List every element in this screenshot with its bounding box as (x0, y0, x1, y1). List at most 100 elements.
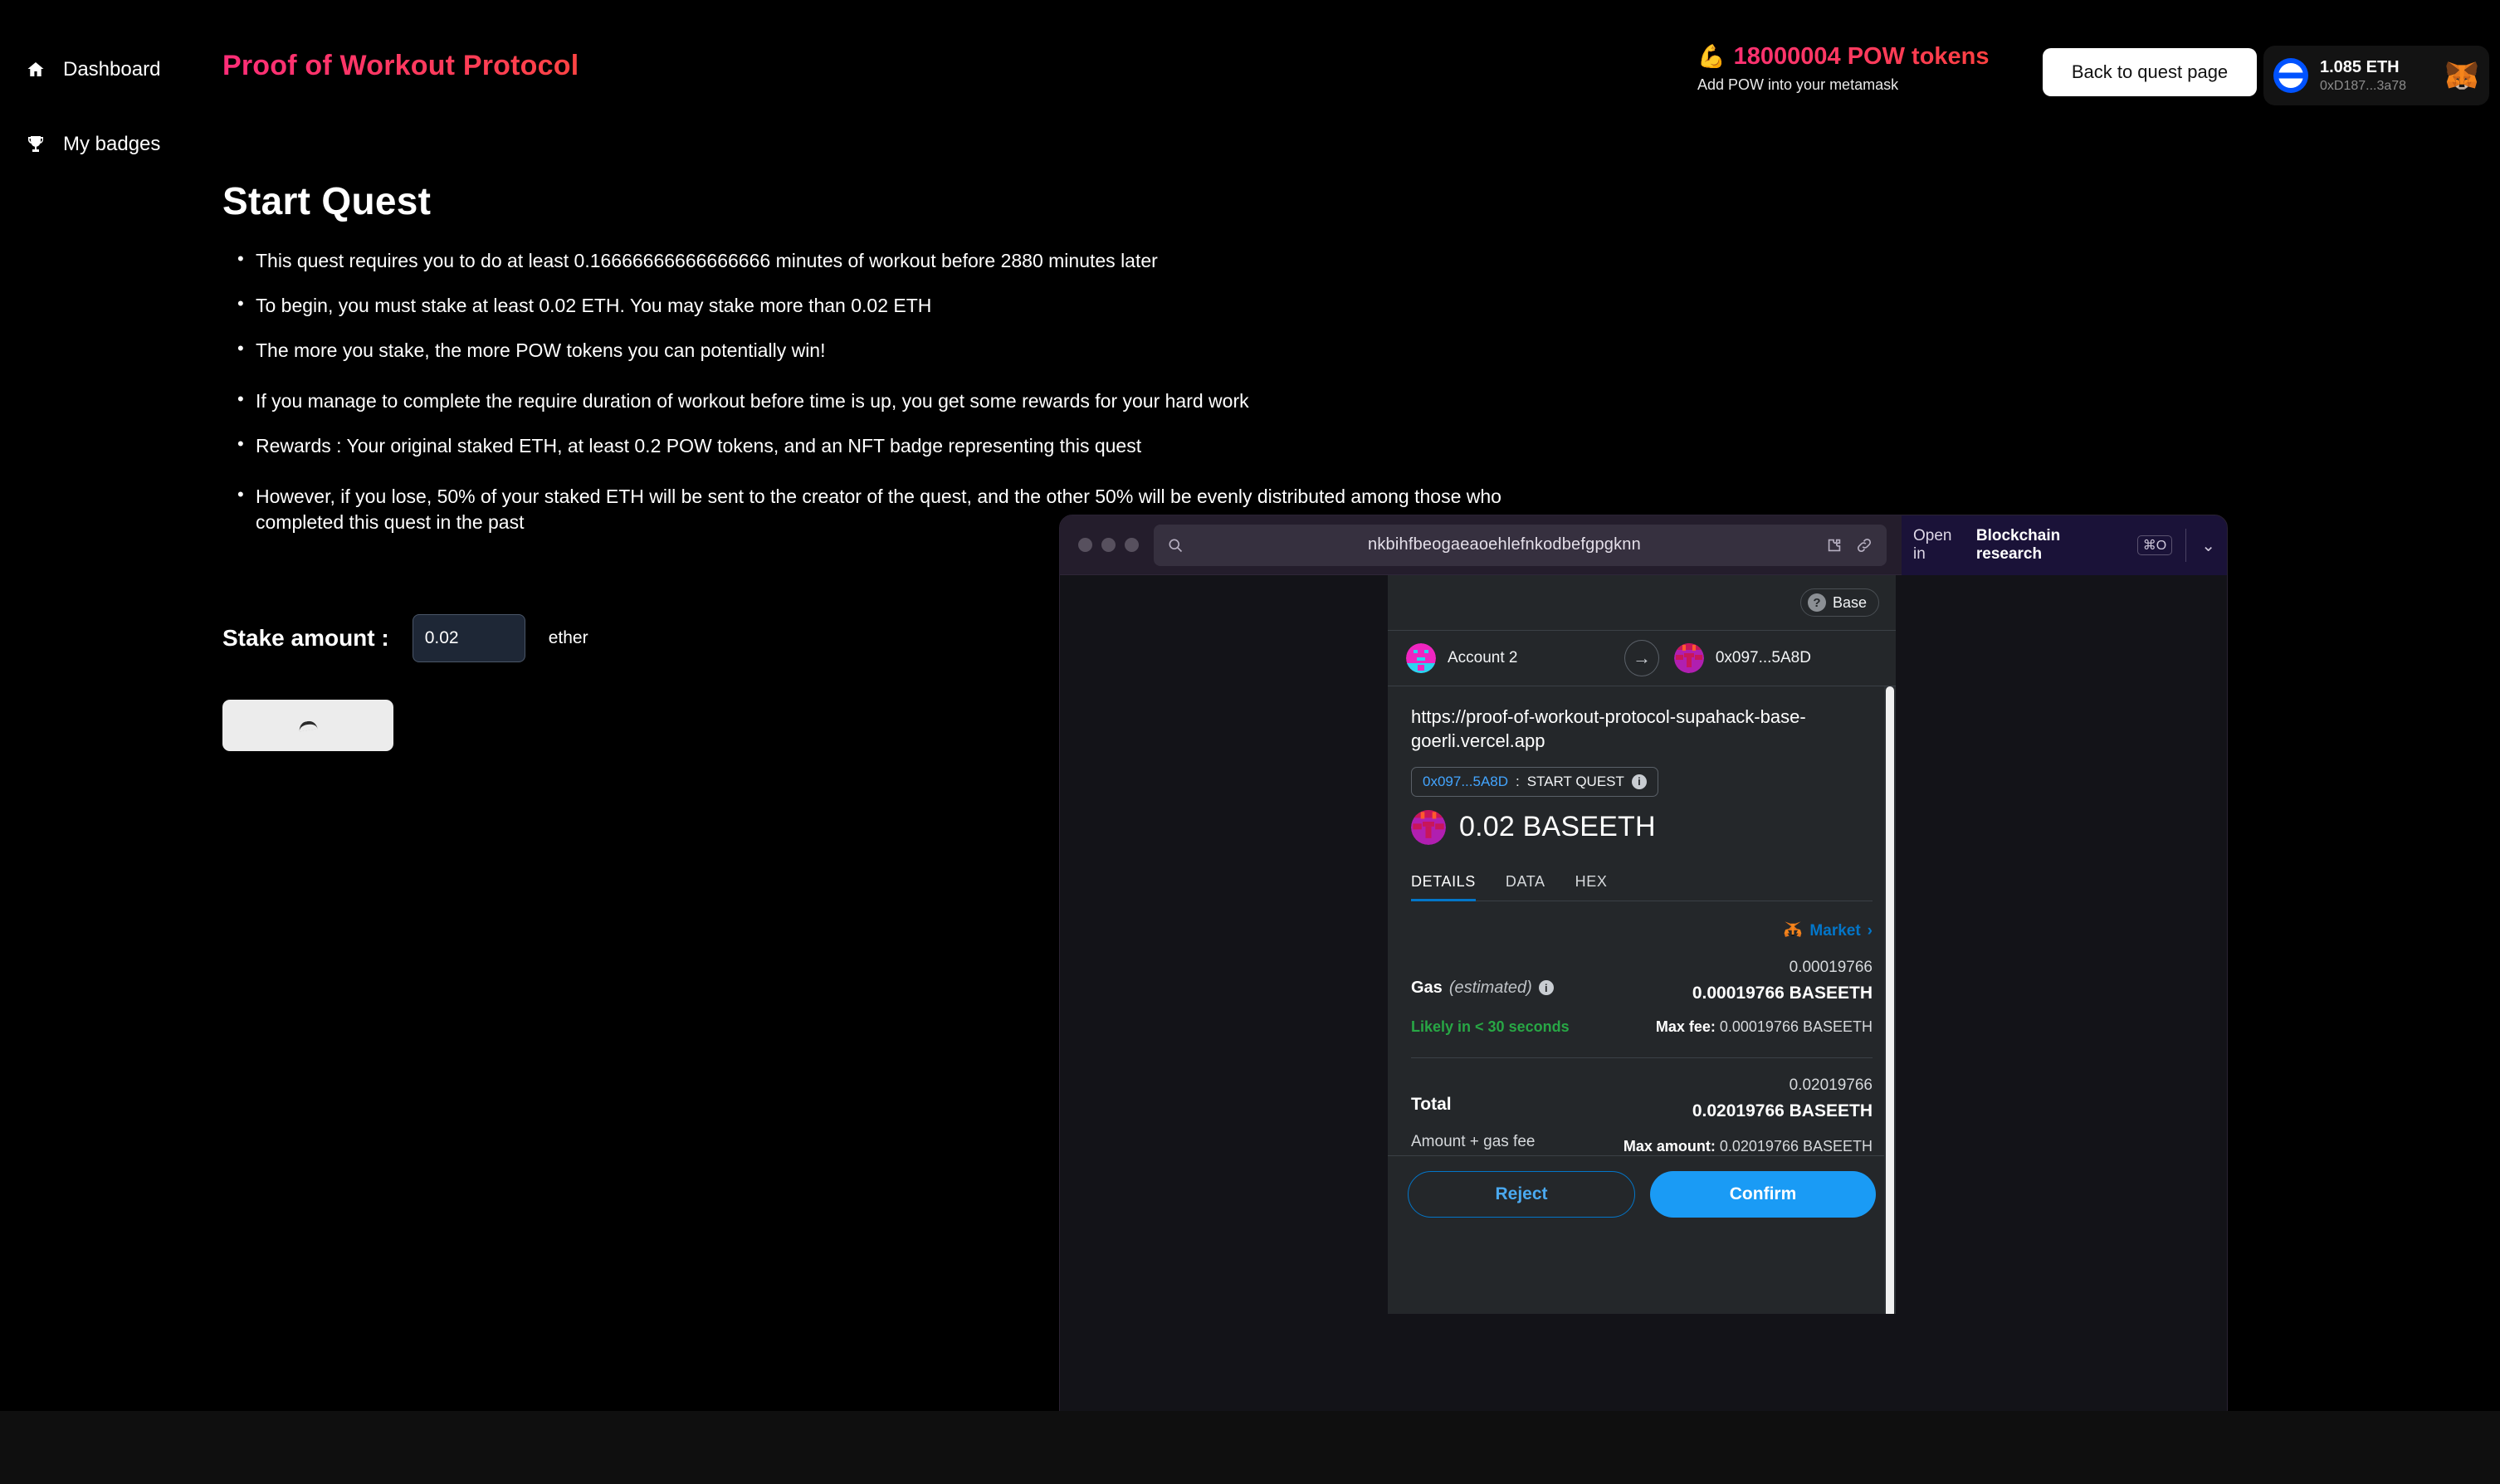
popup-window-chrome: nkbihfbeogaeaoehlefnkodbefgpgknn Open in… (1060, 515, 2227, 575)
tab-data[interactable]: DATA (1506, 863, 1560, 901)
gas-estimated-note: (estimated) (1448, 978, 1532, 997)
popup-window-body: ? Base Account 2 → 0x097...5A8D https://… (1060, 575, 2227, 1423)
list-item: If you manage to complete the require du… (222, 387, 1550, 414)
total-values: 0.02019766 0.02019766 BASEETH Max amount… (1624, 1076, 1873, 1155)
quest-rules-list-rewards: If you manage to complete the require du… (222, 387, 2297, 459)
metamask-confirmation-panel: ? Base Account 2 → 0x097...5A8D https://… (1388, 575, 1896, 1314)
list-item: This quest requires you to do at least 0… (222, 247, 1550, 274)
confirm-button[interactable]: Confirm (1650, 1170, 1876, 1218)
avatar (1411, 809, 1446, 845)
total-row: Total Amount + gas fee 0.02019766 0.0201… (1411, 1076, 1873, 1155)
list-item: The more you stake, the more POW tokens … (222, 336, 1550, 364)
chevron-right-icon[interactable]: › (1868, 922, 1873, 940)
sidebar-item-dashboard[interactable]: Dashboard (0, 50, 222, 90)
page-title-brand: Proof of Workout Protocol (222, 50, 579, 81)
back-to-quest-page-button[interactable]: Back to quest page (2043, 48, 2257, 96)
link-icon (1857, 538, 1872, 552)
network-name: Base (1832, 593, 1867, 611)
metamask-fox-icon (1783, 920, 1803, 944)
quest-rules-list-primary: This quest requires you to do at least 0… (222, 247, 2297, 364)
wallet-address: 0xD187...3a78 (2320, 78, 2407, 93)
arrow-right-icon: → (1624, 640, 1659, 676)
gas-market-link[interactable]: Market (1809, 922, 1860, 940)
transaction-summary: https://proof-of-workout-protocol-supaha… (1388, 686, 1896, 901)
open-in-target: Blockchain research (1975, 527, 2061, 563)
metamask-fox-icon (2444, 58, 2479, 93)
metamask-scrollbar[interactable] (1884, 686, 1896, 1314)
total-label-group: Total Amount + gas fee (1411, 1076, 1535, 1151)
max-fee-group: Max fee: 0.00019766 BASEETH (1656, 1018, 1873, 1036)
gas-fee-row: Gas (estimated) i 0.00019766 0.00019766 … (1411, 959, 1873, 1003)
contract-address: 0x097...5A8D (1423, 773, 1509, 789)
gas-label: Gas (1411, 978, 1443, 997)
close-icon[interactable] (1078, 538, 1092, 552)
address-bar-url: nkbihfbeogaeaoehlefnkodbefgpgknn (1368, 535, 1641, 554)
sidebar-item-my-badges[interactable]: My badges (0, 124, 222, 164)
max-amount-value: 0.02019766 BASEETH (1719, 1137, 1873, 1154)
details-tab-panel: Market › Gas (estimated) i 0.00019766 0.… (1388, 901, 1896, 1155)
total-fiat-value: 0.02019766 BASEETH (1692, 1101, 1873, 1120)
metamask-action-buttons: Reject Confirm (1388, 1154, 1896, 1218)
to-account[interactable]: 0x097...5A8D (1673, 643, 1877, 673)
max-fee-value: 0.00019766 BASEETH (1719, 1018, 1873, 1035)
window-controls[interactable] (1078, 538, 1139, 552)
metamask-accounts-row: Account 2 → 0x097...5A8D (1388, 630, 1896, 686)
extension-puzzle-icon (1828, 539, 1841, 551)
sidebar-item-label: Dashboard (63, 58, 161, 81)
pow-token-amount: 18000004 POW tokens (1733, 43, 1990, 70)
gas-fee-values: 0.00019766 0.00019766 BASEETH (1692, 959, 1873, 1003)
contract-method-chip[interactable]: 0x097...5A8D : START QUEST i (1411, 766, 1658, 797)
chevron-down-icon[interactable]: ⌄ (2195, 535, 2215, 556)
origin-url: https://proof-of-workout-protocol-supaha… (1411, 706, 1806, 752)
start-quest-submit-button[interactable] (222, 700, 393, 752)
list-item: To begin, you must stake at least 0.02 E… (222, 291, 1550, 319)
gas-speed-estimate: Likely in < 30 seconds (1411, 1018, 1570, 1035)
open-in-prefix: Open in (1913, 527, 1952, 563)
to-account-address: 0x097...5A8D (1715, 649, 1811, 666)
minimize-icon[interactable] (1101, 538, 1116, 552)
from-account-name: Account 2 (1448, 649, 1518, 666)
info-icon[interactable]: i (1631, 774, 1647, 789)
stake-amount-input[interactable] (412, 614, 525, 663)
gas-native-value: 0.00019766 (1789, 958, 1873, 976)
wallet-pill[interactable]: 1.085 ETH 0xD187...3a78 (2263, 46, 2489, 105)
app-root: Dashboard My badges Proof of Workout Pro… (0, 0, 2500, 1484)
scrollbar-thumb[interactable] (1886, 686, 1894, 1314)
method-name: START QUEST (1526, 773, 1624, 789)
maximize-icon[interactable] (1125, 538, 1139, 552)
pow-token-subtitle: Add POW into your metamask (1697, 76, 1899, 93)
wallet-info: 1.085 ETH 0xD187...3a78 (2320, 57, 2433, 95)
open-in-button[interactable]: Open in Blockchain research ⌘O ⌄ (1902, 515, 2227, 575)
trophy-icon (25, 134, 46, 155)
gas-speed-row: Likely in < 30 seconds Max fee: 0.000197… (1411, 1018, 1873, 1036)
from-account[interactable]: Account 2 (1406, 643, 1609, 673)
gas-fee-label-group: Gas (estimated) i (1411, 959, 1554, 998)
max-amount-group: Max amount: 0.02019766 BASEETH (1624, 1138, 1873, 1155)
divider (1411, 1057, 1873, 1058)
pow-token-amount-row[interactable]: 💪 18000004 POW tokens (1697, 43, 1990, 71)
transaction-amount-row: 0.02 BASEETH (1411, 809, 1873, 845)
network-selector[interactable]: ? Base (1799, 588, 1879, 617)
method-separator: : (1516, 773, 1520, 789)
info-icon[interactable]: i (1538, 980, 1554, 995)
tab-details[interactable]: DETAILS (1411, 863, 1491, 901)
metamask-tabs: DETAILS DATA HEX (1411, 863, 1873, 901)
stake-unit-label: ether (548, 628, 588, 648)
max-amount-label: Max amount: (1623, 1137, 1716, 1154)
max-fee-label: Max fee: (1655, 1018, 1716, 1035)
flexed-biceps-icon: 💪 (1697, 44, 1726, 69)
search-icon (1167, 537, 1184, 554)
home-icon (25, 59, 46, 81)
page-footer-band (0, 1411, 2500, 1484)
avatar (1406, 643, 1436, 673)
address-bar-actions[interactable] (1825, 536, 1873, 554)
gas-market-row[interactable]: Market › (1411, 920, 1873, 944)
loading-spinner-icon (298, 720, 318, 732)
wallet-balance: 1.085 ETH (2320, 57, 2400, 76)
divider (2185, 529, 2187, 562)
address-bar[interactable]: nkbihfbeogaeaoehlefnkodbefgpgknn (1154, 524, 1887, 566)
tab-hex[interactable]: HEX (1575, 863, 1623, 901)
reject-button[interactable]: Reject (1408, 1170, 1635, 1218)
total-label: Total (1411, 1094, 1452, 1114)
pow-token-block[interactable]: 💪 18000004 POW tokens Add POW into your … (1697, 43, 1990, 94)
